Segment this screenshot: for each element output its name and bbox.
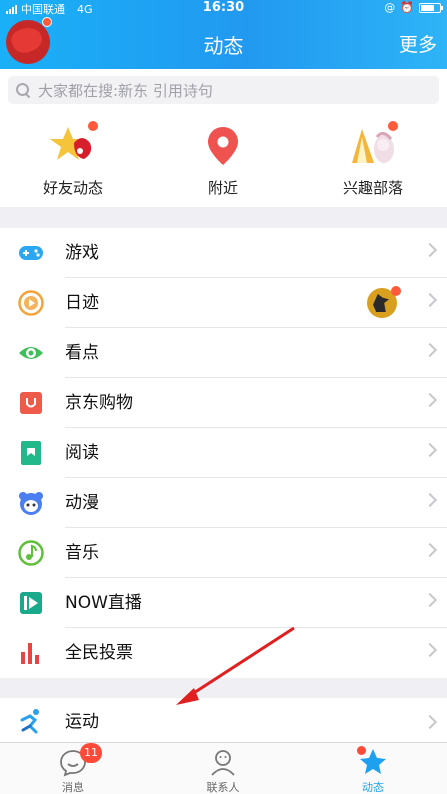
search-placeholder: 大家都在搜:新东 引用诗句 <box>38 81 213 100</box>
battery-icon <box>419 2 443 13</box>
menu-item-label: 游戏 <box>65 243 99 263</box>
now-play-icon <box>18 590 44 616</box>
chevron-right-icon <box>422 242 438 258</box>
menu-item-label: 全民投票 <box>65 643 133 663</box>
menu-item-label: 运动 <box>65 712 99 732</box>
menu-item-label: 看点 <box>65 343 99 363</box>
gamepad-icon <box>18 240 44 266</box>
alarm-icon: ⏰ <box>400 1 414 14</box>
menu-item-music[interactable]: 音乐 <box>0 528 447 578</box>
status-bar: 中国联通 4G 16:30 @ ⏰ <box>0 0 447 16</box>
menu-item-games[interactable]: 游戏 <box>0 228 447 278</box>
daily-play-icon <box>18 290 44 316</box>
star-icon <box>357 746 388 777</box>
quick-entry-nearby[interactable]: 附近 <box>168 123 278 198</box>
tab-feeds[interactable]: 动态 <box>328 746 418 794</box>
anime-face-icon <box>18 490 44 516</box>
quick-entry-tribe[interactable]: 兴趣部落 <box>318 121 428 198</box>
chevron-right-icon <box>422 492 438 508</box>
chevron-right-icon <box>422 342 438 358</box>
chevron-right-icon <box>422 392 438 408</box>
menu-item-anime[interactable]: 动漫 <box>0 478 447 528</box>
eye-icon <box>18 340 44 366</box>
menu-item-label: 音乐 <box>65 543 99 563</box>
chat-bubble-icon: 11 <box>58 743 102 777</box>
quick-entry-friends[interactable]: 好友动态 <box>18 121 128 198</box>
chevron-right-icon <box>422 642 438 658</box>
more-button[interactable]: 更多 <box>399 30 437 57</box>
menu-item-label: 日迹 <box>65 293 99 313</box>
quick-entry-label: 兴趣部落 <box>342 179 403 197</box>
menu-item-sports[interactable]: 运动 <box>0 698 447 742</box>
status-time: 16:30 <box>202 0 245 15</box>
quick-entry-label: 好友动态 <box>42 179 103 197</box>
menu-item-reading[interactable]: 阅读 <box>0 428 447 478</box>
running-icon <box>18 708 44 734</box>
shopping-bag-icon <box>18 390 44 416</box>
tab-label: 消息 <box>62 781 84 794</box>
avatar-notification-dot <box>42 17 52 27</box>
search-input[interactable]: 大家都在搜:新东 引用诗句 <box>8 76 439 104</box>
chevron-right-icon <box>422 442 438 458</box>
feeds-notification-dot <box>357 746 366 755</box>
menu-list-secondary: 运动 <box>0 698 447 742</box>
menu-item-label: 京东购物 <box>65 393 133 413</box>
menu-item-daily[interactable]: 日迹 <box>0 278 447 328</box>
tab-messages[interactable]: 11 消息 <box>28 743 118 794</box>
menu-item-jd-shopping[interactable]: 京东购物 <box>0 378 447 428</box>
contacts-person-icon <box>208 747 238 777</box>
tribe-notification-dot <box>388 121 398 131</box>
friends-notification-dot <box>88 121 98 131</box>
menu-item-kandian[interactable]: 看点 <box>0 328 447 378</box>
unread-badge: 11 <box>80 743 102 763</box>
tab-label: 联系人 <box>206 781 240 794</box>
search-icon <box>16 83 30 97</box>
menu-item-now-live[interactable]: NOW直播 <box>0 578 447 628</box>
quick-entries: 好友动态 附近 兴趣部落 <box>0 109 447 207</box>
daily-notification-dot <box>391 286 401 296</box>
menu-item-vote[interactable]: 全民投票 <box>0 628 447 678</box>
chevron-right-icon <box>422 292 438 308</box>
menu-item-label: 动漫 <box>65 493 99 513</box>
chevron-right-icon <box>422 714 438 730</box>
status-right: @ ⏰ <box>384 1 443 14</box>
book-icon <box>18 440 44 466</box>
menu-item-label: 阅读 <box>65 443 99 463</box>
search-bar-container: 大家都在搜:新东 引用诗句 <box>0 69 447 109</box>
chevron-right-icon <box>422 592 438 608</box>
tab-contacts[interactable]: 联系人 <box>178 747 268 794</box>
location-status-icon: @ <box>384 1 396 14</box>
bottom-tab-bar: 11 消息 联系人 动态 <box>0 742 447 794</box>
page-title: 动态 <box>203 34 244 58</box>
location-pin-icon <box>200 123 246 169</box>
friends-star-icon <box>50 121 98 169</box>
tab-label: 动态 <box>362 781 384 794</box>
music-note-icon <box>18 540 44 566</box>
tent-icon <box>350 121 398 169</box>
top-header: 中国联通 4G 16:30 @ ⏰ 动态 更多 <box>0 0 447 69</box>
quick-entry-label: 附近 <box>207 179 238 197</box>
chevron-right-icon <box>422 542 438 558</box>
menu-list-main: 游戏 日迹 看点 京东购物 阅读 动漫 音乐 NOW直播 全民投票 <box>0 228 447 678</box>
bar-chart-icon <box>18 640 44 666</box>
menu-item-label: NOW直播 <box>65 593 142 613</box>
